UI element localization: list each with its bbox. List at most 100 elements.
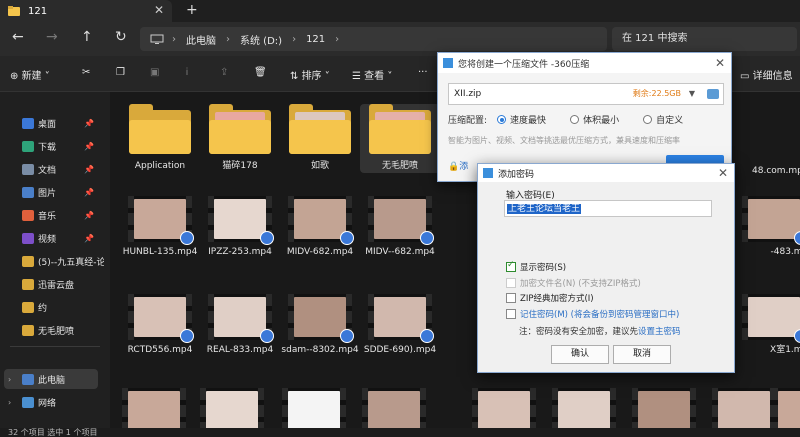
radio-fastest[interactable] bbox=[497, 115, 507, 124]
folder-item[interactable]: 如歌 bbox=[280, 104, 360, 173]
pin-icon[interactable]: 📌 bbox=[84, 119, 94, 128]
free-space-label: 剩余:22.5GB bbox=[632, 89, 681, 98]
back-icon[interactable]: ← bbox=[12, 29, 24, 45]
delete-icon[interactable]: 🗑 bbox=[254, 67, 267, 78]
archive-filename-input[interactable]: XII.zip 剩余:22.5GB ▼ bbox=[448, 83, 724, 105]
folder-item[interactable]: 无毛肥喷 bbox=[360, 104, 440, 173]
sidebar-item-1[interactable]: 下载 📌 bbox=[0, 136, 104, 156]
cut-icon[interactable]: ✂ bbox=[82, 67, 90, 78]
address-bar[interactable]: › 此电脑 › 系统 (D:) › 121 › bbox=[140, 27, 607, 51]
video-item[interactable]: X室1.mp4 bbox=[734, 294, 800, 357]
sidebar-item-6[interactable]: (5)--九五真经-论 bbox=[0, 251, 104, 271]
share-icon[interactable]: ⇪ bbox=[220, 67, 228, 78]
video-item[interactable]: sdam--8302.mp4 bbox=[280, 294, 360, 357]
dialog-title: 添加密码 bbox=[498, 169, 535, 180]
sidebar-item-5[interactable]: 视频 📌 bbox=[0, 228, 104, 248]
more-button[interactable]: ··· bbox=[418, 67, 428, 78]
view-button[interactable]: ☰ 查看 ˅ bbox=[352, 67, 392, 82]
set-master-password-link[interactable]: 设置主密码 bbox=[638, 327, 681, 337]
pin-icon[interactable]: 📌 bbox=[84, 234, 94, 243]
item-label: 无毛肥喷 bbox=[381, 161, 418, 171]
folder-icon bbox=[22, 301, 34, 313]
details-button[interactable]: ▭ 详细信息 bbox=[740, 67, 793, 82]
copy-icon[interactable]: ❐ bbox=[116, 67, 125, 78]
library-icon bbox=[22, 209, 34, 221]
sidebar-item-7[interactable]: 迅雷云盘 bbox=[0, 274, 104, 294]
sidebar-item-label: 下载 bbox=[38, 142, 57, 153]
refresh-icon[interactable]: ↻ bbox=[115, 29, 127, 45]
video-item[interactable]: MIDV--682.mp4 bbox=[360, 196, 440, 259]
sidebar-item-8[interactable]: 约 bbox=[0, 297, 104, 317]
pin-icon[interactable]: 📌 bbox=[84, 211, 94, 220]
item-label[interactable]: 48.com.mp4 bbox=[752, 165, 800, 178]
new-label: 新建 bbox=[21, 71, 42, 82]
up-icon[interactable]: ↑ bbox=[81, 29, 93, 45]
app-icon bbox=[483, 168, 493, 178]
item-label: SDDE-690).mp4 bbox=[363, 345, 437, 355]
breadcrumb-drive[interactable]: 系统 (D:) bbox=[240, 32, 282, 47]
password-dialog-titlebar: 添加密码 ✕ bbox=[478, 164, 734, 182]
video-thumbnail bbox=[742, 294, 800, 343]
video-item[interactable]: -483.mp4 bbox=[734, 196, 800, 259]
radio-custom[interactable] bbox=[643, 115, 653, 124]
password-input[interactable]: 上老王论坛当老王 bbox=[504, 200, 712, 217]
browse-folder-icon[interactable] bbox=[707, 89, 719, 99]
close-icon[interactable]: ✕ bbox=[715, 56, 725, 70]
pin-icon[interactable]: 📌 bbox=[84, 188, 94, 197]
forward-icon[interactable]: → bbox=[46, 29, 58, 45]
video-item[interactable]: REAL-833.mp4 bbox=[200, 294, 280, 357]
sidebar: 桌面 📌 下载 📌 文档 📌 图片 📌 音乐 📌 视频 📌 (5)--九五真经-论 迅雷云盘约无毛肥喷 ›… bbox=[0, 92, 110, 437]
folder-item[interactable]: Application bbox=[120, 104, 200, 173]
video-thumbnail bbox=[368, 294, 434, 343]
video-item[interactable]: MIDV-682.mp4 bbox=[280, 196, 360, 259]
monitor-icon bbox=[150, 34, 164, 44]
radio-smallest[interactable] bbox=[570, 115, 580, 124]
checkbox-label: 显示密码(S) bbox=[520, 263, 567, 273]
ok-button[interactable]: 确认 bbox=[551, 345, 609, 364]
sidebar-item-label: 音乐 bbox=[38, 211, 57, 222]
add-link[interactable]: 🔒添 bbox=[448, 159, 468, 172]
sidebar-item-9[interactable]: 无毛肥喷 bbox=[0, 320, 104, 340]
show-password-checkbox[interactable]: 显示密码(S) bbox=[506, 260, 567, 273]
sidebar-item-3[interactable]: 图片 📌 bbox=[0, 182, 104, 202]
sidebar-item-2[interactable]: 文档 📌 bbox=[0, 159, 104, 179]
breadcrumb-this-pc[interactable]: 此电脑 bbox=[186, 32, 216, 47]
video-item[interactable]: HUNBL-135.mp4 bbox=[120, 196, 200, 259]
rename-icon[interactable]: Ꭵ bbox=[186, 67, 188, 78]
dialog-title: 您将创建一个压缩文件 -360压缩 bbox=[458, 59, 590, 70]
sidebar-item-network[interactable]: › 网络 bbox=[0, 392, 104, 412]
close-tab-icon[interactable]: ✕ bbox=[154, 3, 164, 17]
encrypt-filenames-checkbox[interactable]: 加密文件名(N) (不支持ZIP格式) bbox=[506, 277, 641, 289]
zip-classic-checkbox[interactable]: ZIP经典加密方式(I) bbox=[506, 292, 594, 304]
sidebar-divider bbox=[10, 346, 100, 347]
remember-password-checkbox[interactable]: 记住密码(M) (将会备份到密码管理窗口中) bbox=[506, 308, 679, 320]
file-explorer-window: 121 ✕ + ← → ↑ ↻ › 此电脑 › 系统 (D:) › 121 › … bbox=[0, 0, 800, 437]
new-tab-button[interactable]: + bbox=[186, 2, 198, 18]
sidebar-item-label: 文档 bbox=[38, 165, 57, 176]
chevron-down-icon[interactable]: ▼ bbox=[689, 84, 695, 104]
video-item[interactable]: IPZZ-253.mp4 bbox=[200, 196, 280, 259]
video-item[interactable]: SDDE-690).mp4 bbox=[360, 294, 440, 357]
close-icon[interactable]: ✕ bbox=[718, 166, 728, 180]
folder-icon bbox=[129, 104, 191, 154]
sidebar-item-this-pc[interactable]: › 此电脑 bbox=[4, 369, 98, 389]
sort-button[interactable]: ⇅ 排序 ˅ bbox=[290, 67, 330, 82]
new-button[interactable]: ⊕ 新建 ˅ bbox=[10, 67, 50, 82]
video-thumbnail bbox=[208, 294, 274, 343]
tab-121[interactable]: 121 ✕ bbox=[0, 0, 172, 22]
breadcrumb-folder[interactable]: 121 bbox=[306, 34, 325, 45]
paste-icon[interactable]: ▣ bbox=[150, 67, 159, 78]
cancel-button[interactable]: 取消 bbox=[613, 345, 671, 364]
computer-icon bbox=[22, 373, 34, 385]
search-input[interactable]: 在 121 中搜索 bbox=[612, 27, 797, 51]
sidebar-item-0[interactable]: 桌面 📌 bbox=[0, 113, 104, 133]
item-label: MIDV-682.mp4 bbox=[286, 247, 354, 257]
pin-icon[interactable]: 📌 bbox=[84, 142, 94, 151]
sidebar-item-label: 无毛肥喷 bbox=[38, 326, 75, 337]
pin-icon[interactable]: 📌 bbox=[84, 165, 94, 174]
checkbox-box bbox=[506, 293, 516, 303]
sidebar-item-4[interactable]: 音乐 📌 bbox=[0, 205, 104, 225]
video-item[interactable]: RCTD556.mp4 bbox=[120, 294, 200, 357]
checkbox-box bbox=[506, 260, 516, 272]
folder-item[interactable]: 猫碎178 bbox=[200, 104, 280, 173]
